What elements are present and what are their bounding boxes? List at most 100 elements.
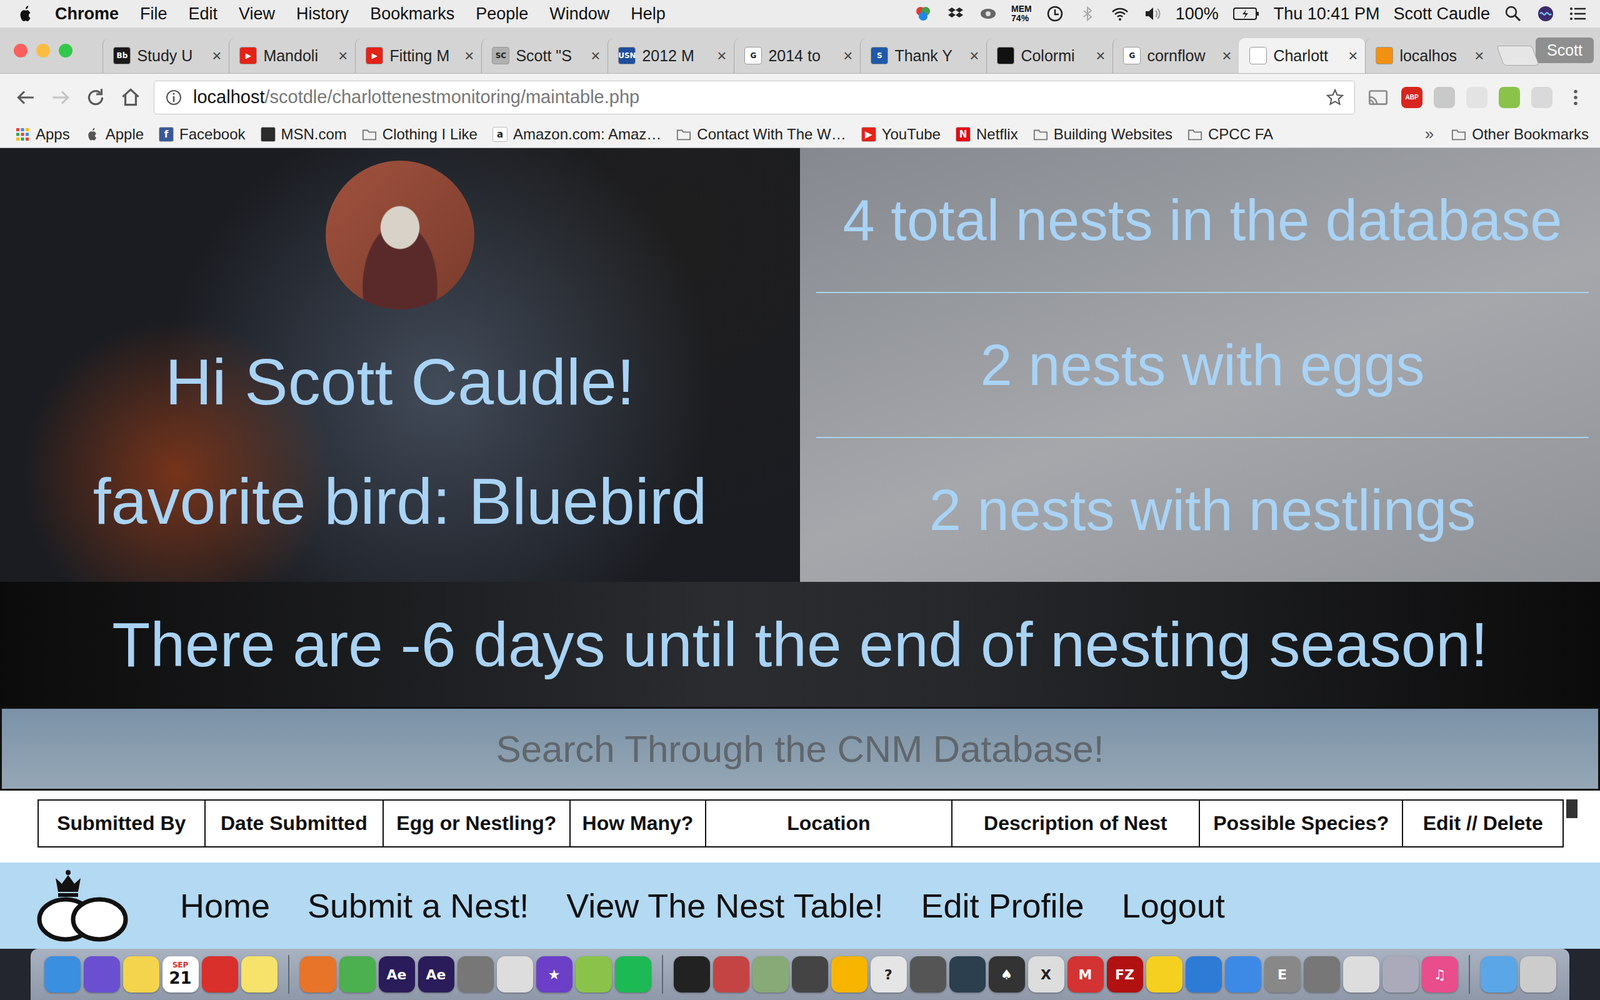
extension-button[interactable] xyxy=(1531,86,1553,109)
dock-app-icon[interactable]: Ae xyxy=(378,956,415,993)
maximize-window-button[interactable] xyxy=(58,43,73,58)
reload-icon[interactable] xyxy=(83,85,108,110)
bookmark-item[interactable]: Contact With The W… xyxy=(676,125,846,144)
close-window-button[interactable] xyxy=(13,43,28,58)
apple-icon[interactable] xyxy=(17,4,34,24)
dock-app-icon[interactable]: ♫ xyxy=(1421,956,1459,993)
dock-app-icon[interactable] xyxy=(1382,956,1419,993)
profile-button[interactable]: Scott xyxy=(1535,37,1594,64)
dock-app-icon[interactable] xyxy=(1225,956,1262,993)
tab-close-button[interactable]: × xyxy=(590,46,600,66)
dock-app-icon[interactable] xyxy=(83,956,120,993)
menu-item[interactable]: Window xyxy=(549,4,610,24)
extension-button[interactable] xyxy=(1433,86,1455,109)
spotlight-search-icon[interactable] xyxy=(1503,4,1523,24)
scrollbar-thumb[interactable] xyxy=(1566,799,1578,819)
browser-tab[interactable]: localhos× xyxy=(1365,38,1492,74)
dock-app-icon[interactable] xyxy=(949,956,986,993)
browser-tab[interactable]: SThank Y× xyxy=(860,38,987,74)
dock-app-icon[interactable]: ? xyxy=(870,956,907,993)
dock-app-icon[interactable] xyxy=(339,956,376,993)
bookmark-item[interactable]: CPCC FA xyxy=(1187,125,1274,144)
dock-app-icon[interactable] xyxy=(1480,956,1517,993)
browser-tab[interactable]: BbStudy U× xyxy=(102,38,229,74)
tab-close-button[interactable]: × xyxy=(843,46,853,66)
bookmark-item[interactable]: NNetflix xyxy=(955,125,1019,144)
tab-close-button[interactable]: × xyxy=(716,46,727,66)
dock-app-icon[interactable] xyxy=(1343,956,1380,993)
dock-app-icon[interactable]: Ae xyxy=(418,956,455,993)
address-bar[interactable]: localhost/scotdle/charlottenestmonitorin… xyxy=(153,80,1355,115)
forward-arrow-icon[interactable] xyxy=(48,85,73,110)
battery-icon[interactable] xyxy=(1232,6,1260,22)
menu-item[interactable]: File xyxy=(140,4,168,24)
notification-list-icon[interactable] xyxy=(1568,4,1588,24)
user-name[interactable]: Scott Caudle xyxy=(1393,4,1490,24)
dock-app-icon[interactable] xyxy=(457,956,494,993)
dock-app-icon[interactable]: X xyxy=(1028,956,1065,993)
tab-close-button[interactable]: × xyxy=(464,46,474,66)
dock-app-icon[interactable]: FZ xyxy=(1106,956,1144,993)
dock-app-icon[interactable] xyxy=(1146,956,1183,993)
tab-close-button[interactable]: × xyxy=(969,46,979,66)
dock-app-icon[interactable]: M xyxy=(1067,956,1104,993)
menu-item[interactable]: Edit xyxy=(188,4,219,24)
nav-link[interactable]: Edit Profile xyxy=(921,886,1085,925)
menu-item[interactable]: History xyxy=(296,4,349,24)
browser-tab[interactable]: ▶Mandoli× xyxy=(228,38,355,74)
menu-item[interactable]: Bookmarks xyxy=(370,4,455,24)
browser-tab[interactable]: Gcornflow× xyxy=(1112,38,1239,74)
bookmark-item[interactable]: Apple xyxy=(85,125,144,144)
dock-app-icon[interactable] xyxy=(241,956,278,993)
extension-button[interactable] xyxy=(1498,86,1520,109)
tab-close-button[interactable]: × xyxy=(1221,46,1232,66)
dock-app-icon[interactable] xyxy=(615,956,652,993)
tab-close-button[interactable]: × xyxy=(338,46,348,66)
dock-app-icon[interactable] xyxy=(752,956,789,993)
tab-close-button[interactable]: × xyxy=(1348,46,1358,66)
tab-close-button[interactable]: × xyxy=(1474,46,1484,66)
home-icon[interactable] xyxy=(118,85,143,110)
dock-app-icon[interactable] xyxy=(673,956,710,993)
nav-link[interactable]: Logout xyxy=(1121,886,1225,925)
bookmark-item[interactable]: fFacebook xyxy=(158,125,245,144)
extension-button[interactable]: ABP xyxy=(1401,86,1423,109)
chrome-menu-icon[interactable] xyxy=(1563,85,1588,110)
menu-item[interactable]: View xyxy=(238,4,275,24)
browser-tab[interactable]: G2014 to× xyxy=(733,38,860,74)
nest-logo-icon[interactable] xyxy=(35,868,130,944)
nav-link[interactable]: Home xyxy=(180,886,270,925)
nav-link[interactable]: Submit a Nest! xyxy=(307,886,529,925)
volume-icon[interactable] xyxy=(1143,4,1162,24)
bookmark-item[interactable]: Apps xyxy=(15,125,70,144)
app-menu[interactable]: Chrome xyxy=(55,4,119,24)
menu-item[interactable]: People xyxy=(475,4,529,24)
calendar-app-icon[interactable]: SEP21 xyxy=(162,956,199,993)
memory-meter[interactable]: MEM74% xyxy=(1011,4,1032,23)
bookmark-item[interactable]: Clothing I Like xyxy=(361,125,478,144)
pinwheel-icon[interactable] xyxy=(913,4,933,24)
minimize-window-button[interactable] xyxy=(36,43,50,58)
dock-app-icon[interactable] xyxy=(831,956,868,993)
bookmark-item[interactable]: aAmazon.com: Amaz… xyxy=(492,125,662,144)
other-bookmarks-folder[interactable]: Other Bookmarks xyxy=(1451,125,1589,144)
cast-icon[interactable] xyxy=(1366,85,1390,110)
dock-app-icon[interactable] xyxy=(123,956,160,993)
battery-percent[interactable]: 100% xyxy=(1175,4,1219,24)
dropbox-icon[interactable] xyxy=(946,4,965,24)
extension-button[interactable] xyxy=(1466,86,1488,109)
site-info-icon[interactable] xyxy=(164,88,184,107)
new-tab-button[interactable] xyxy=(1496,45,1540,66)
bluetooth-icon[interactable] xyxy=(1078,4,1097,24)
dock-app-icon[interactable] xyxy=(910,956,947,993)
search-input[interactable] xyxy=(1,708,1599,789)
dock-app-icon[interactable] xyxy=(1303,956,1340,993)
dock-app-icon[interactable] xyxy=(713,956,750,993)
browser-tab[interactable]: USN2012 M× xyxy=(607,38,734,74)
browser-tab[interactable]: ▶Fitting M× xyxy=(355,38,482,74)
dock-app-icon[interactable]: ♠ xyxy=(988,956,1025,993)
bookmark-item[interactable]: Building Websites xyxy=(1033,125,1173,144)
bookmark-star-icon[interactable] xyxy=(1325,88,1345,107)
back-arrow-icon[interactable] xyxy=(13,85,38,110)
browser-tab[interactable]: Charlott× xyxy=(1238,38,1365,74)
